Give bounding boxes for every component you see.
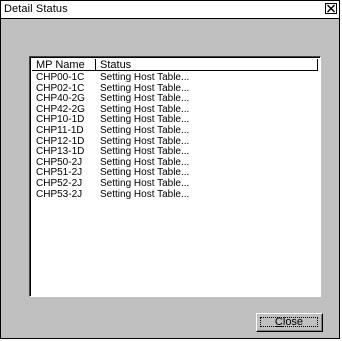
list-rows: CHP00-1C Setting Host Table... CHP02-1C Set… [32, 72, 318, 201]
mp-name-cell: CHP52-2J [36, 177, 83, 189]
close-button[interactable]: Close [256, 313, 323, 332]
close-icon[interactable] [325, 3, 337, 14]
title-bar[interactable]: Detail Status [1, 1, 339, 19]
list-header: MP Name Status [32, 59, 318, 71]
status-cell: Setting Host Table... [100, 177, 190, 189]
close-button-label: lose [282, 316, 304, 328]
list-item[interactable]: CHP52-2J Setting Host Table... [32, 177, 318, 190]
list-item[interactable]: CHP53-2J Setting Host Table... [32, 188, 318, 201]
status-list[interactable]: MP Name Status CHP00-1C Setting Host Tabl… [29, 56, 321, 297]
column-header-status[interactable]: Status [96, 59, 318, 71]
mp-name-cell: CHP11-1D [36, 124, 84, 136]
detail-status-window: Detail Status MP Name Status CHP00-1C Set… [0, 0, 340, 339]
status-cell: Setting Host Table... [100, 124, 190, 136]
column-header-mp-name[interactable]: MP Name [32, 59, 96, 71]
status-cell: Setting Host Table... [100, 72, 190, 83]
mp-name-cell: CHP53-2J [36, 188, 83, 200]
mp-name-cell: CHP00-1C [36, 72, 85, 83]
status-cell: Setting Host Table... [100, 188, 190, 200]
list-item[interactable]: CHP11-1D Setting Host Table... [32, 124, 318, 137]
close-button-mnemonic: C [274, 316, 283, 328]
close-button-focus: Close [260, 316, 318, 328]
window-title: Detail Status [4, 3, 68, 15]
list-item[interactable]: CHP00-1C Setting Host Table... [32, 72, 318, 84]
